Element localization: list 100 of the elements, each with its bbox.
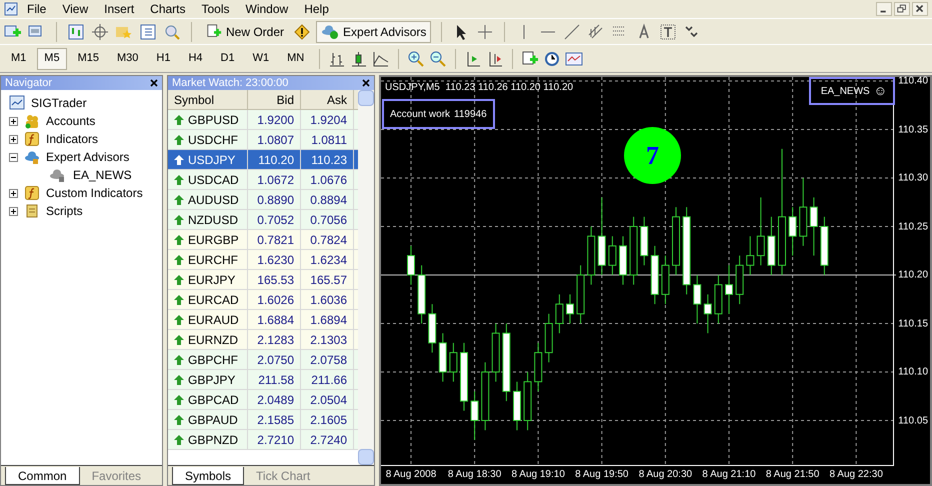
crosshair-icon[interactable] — [476, 22, 494, 40]
bid-cell: 1.0672 — [248, 170, 301, 189]
tree-item[interactable]: Accounts — [46, 112, 96, 130]
terminal-icon[interactable] — [139, 22, 157, 40]
symbol-row[interactable]: USDCAD 1.0672 1.0676 — [168, 170, 358, 190]
symbol-row[interactable]: AUDUSD 0.8890 0.8894 — [168, 190, 358, 210]
symbol-row[interactable]: GBPNZD 2.7210 2.7240 — [168, 430, 358, 450]
bid-cell: 0.7821 — [248, 230, 301, 249]
candle — [788, 206, 797, 256]
candle — [449, 342, 458, 382]
symbol-row[interactable]: USDJPY 110.20 110.23 — [168, 150, 358, 170]
bid-cell: 211.58 — [248, 370, 301, 389]
column-header[interactable]: Bid — [248, 90, 301, 109]
menu-item[interactable]: Help — [297, 0, 336, 18]
channel-icon[interactable] — [587, 22, 606, 40]
menu-item[interactable]: File — [20, 0, 54, 18]
symbol-row[interactable]: GBPCHF 2.0750 2.0758 — [168, 350, 358, 370]
ask-cell: 0.8894 — [301, 190, 354, 209]
column-header[interactable]: Ask — [301, 90, 354, 109]
menu-item[interactable]: Tools — [194, 0, 237, 18]
symbol-row[interactable]: USDCHF 1.0807 1.0811 — [168, 130, 358, 150]
clock-icon[interactable] — [543, 50, 562, 68]
candle — [704, 294, 712, 334]
panel-tab[interactable]: Common — [5, 467, 80, 485]
bid-cell: 0.8890 — [248, 190, 301, 209]
account-label: Account work — [390, 108, 450, 122]
time-label: 8 Aug 22:30 — [830, 468, 883, 482]
price-label: 110.15 — [898, 317, 928, 331]
bid-cell: 2.7210 — [248, 430, 301, 449]
trendline-icon[interactable] — [563, 22, 582, 40]
panel-title: Navigator — [5, 76, 52, 91]
candle — [407, 245, 415, 286]
menu-item[interactable]: View — [55, 0, 96, 18]
zoom-in-icon[interactable] — [407, 50, 426, 68]
panel-tab[interactable]: Symbols — [172, 467, 244, 485]
timeframe-button[interactable]: H4 — [181, 48, 210, 70]
market-watch-icon[interactable] — [67, 22, 85, 40]
symbol-row[interactable]: GBPUSD 1.9200 1.9204 — [168, 110, 358, 130]
symbol-row[interactable]: EURAUD 1.6884 1.6894 — [168, 310, 358, 330]
symbol-row[interactable]: GBPCAD 2.0489 2.0504 — [168, 390, 358, 410]
timeframe-button[interactable]: D1 — [214, 48, 242, 70]
warning-icon[interactable] — [294, 24, 310, 40]
symbol-row[interactable]: GBPAUD 2.1585 2.1605 — [168, 410, 358, 430]
menu-item[interactable]: Insert — [97, 0, 142, 18]
expert-advisors-button[interactable]: Expert Advisors — [316, 20, 432, 42]
expand-icon[interactable] — [9, 188, 18, 198]
symbol-row[interactable]: EURNZD 2.1283 2.1303 — [168, 330, 358, 350]
timeframe-button[interactable]: M5 — [37, 48, 67, 70]
time-label: 8 Aug 2008 — [386, 468, 436, 482]
templates-icon[interactable] — [565, 50, 584, 68]
tree-item[interactable]: SIGTrader — [31, 94, 87, 112]
symbol-cell-text: EURGBP — [188, 232, 239, 248]
timeframe-button[interactable]: M30 — [110, 48, 146, 70]
candle — [587, 226, 596, 286]
candle — [438, 332, 447, 382]
timeframe-button[interactable]: H1 — [149, 48, 178, 70]
tester-icon[interactable] — [163, 22, 181, 40]
candle — [418, 264, 426, 324]
chart-header: USDJPY,M5 110.23 110.26 110.20 110.20 — [385, 81, 574, 95]
candlestick-icon[interactable] — [350, 50, 368, 68]
expand-icon[interactable] — [9, 134, 18, 144]
ask-cell: 1.6234 — [301, 250, 354, 269]
symbol-row[interactable]: EURCAD 1.6026 1.6036 — [168, 290, 358, 310]
column-header[interactable]: Symbol — [168, 90, 248, 109]
symbol-row[interactable]: NZDUSD 0.7052 0.7056 — [168, 210, 358, 230]
minimize-icon[interactable] — [876, 2, 892, 16]
symbol-row[interactable]: EURGBP 0.7821 0.7824 — [168, 230, 358, 250]
indicator-add-icon[interactable] — [521, 50, 540, 68]
restore-icon[interactable] — [894, 2, 910, 16]
zoom-out-icon[interactable] — [429, 50, 448, 68]
symbol-row[interactable]: GBPJPY 211.58 211.66 — [168, 370, 358, 390]
tree-item[interactable]: Custom Indicators — [46, 184, 143, 202]
new-order-button[interactable]: New Order — [202, 22, 288, 40]
tree-item[interactable]: Scripts — [46, 202, 83, 220]
expand-icon[interactable] — [9, 116, 18, 126]
crosshair-icon[interactable] — [91, 22, 109, 40]
price-label: 110.25 — [898, 220, 928, 234]
collapse-icon[interactable] — [9, 152, 18, 162]
timeframe-button[interactable]: MN — [280, 48, 312, 70]
line-chart-icon[interactable] — [372, 50, 390, 68]
expand-icon[interactable] — [9, 206, 18, 216]
close-icon[interactable] — [150, 79, 158, 87]
symbol-row[interactable]: EURCHF 1.6230 1.6234 — [168, 250, 358, 270]
symbol-cell-text: GBPAUD — [188, 412, 238, 428]
menu-item[interactable]: Window — [238, 0, 296, 18]
tree-item[interactable]: EA_NEWS — [73, 166, 132, 184]
symbol-cell-text: USDJPY — [188, 152, 236, 168]
timeframe-button[interactable]: M15 — [70, 48, 106, 70]
close-icon[interactable] — [362, 79, 370, 87]
symbol-row[interactable]: EURJPY 165.53 165.57 — [168, 270, 358, 290]
text-label-icon[interactable] — [659, 22, 678, 40]
timeframe-button[interactable]: M1 — [4, 48, 34, 70]
symbol-cell-text: EURCHF — [188, 252, 238, 268]
ask-cell: 165.57 — [301, 270, 354, 289]
smiley-icon: ☺ — [874, 81, 887, 101]
close-icon[interactable] — [912, 2, 928, 16]
timeframe-button[interactable]: W1 — [246, 48, 276, 70]
tree-item[interactable]: Expert Advisors — [46, 148, 130, 166]
tree-item[interactable]: Indicators — [46, 130, 98, 148]
menu-item[interactable]: Charts — [143, 0, 192, 18]
